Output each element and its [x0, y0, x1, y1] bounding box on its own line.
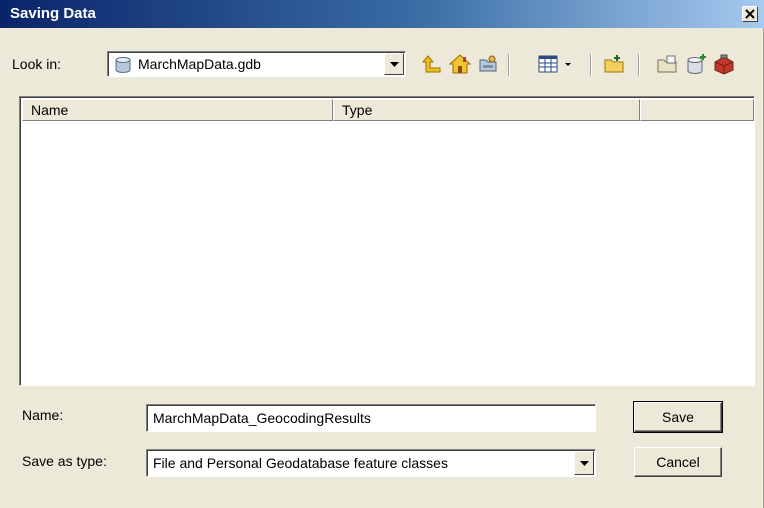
- connect-folder-icon: [479, 55, 497, 72]
- look-in-label: Look in:: [12, 56, 62, 72]
- close-button[interactable]: [742, 6, 758, 22]
- save-as-type-combo[interactable]: File and Personal Geodatabase feature cl…: [146, 449, 596, 477]
- close-icon: [745, 9, 755, 19]
- geodatabase-icon: [115, 57, 131, 73]
- save-button[interactable]: Save: [633, 401, 723, 433]
- home-icon: [448, 54, 472, 74]
- name-label: Name:: [22, 407, 64, 423]
- home-button[interactable]: [448, 52, 472, 76]
- name-input[interactable]: MarchMapData_GeocodingResults: [146, 404, 596, 432]
- toolbar-separator: [638, 54, 640, 76]
- saving-data-dialog: Saving Data Look in: MarchMapData.gdb Na…: [0, 0, 764, 508]
- new-folder-icon: [604, 55, 624, 73]
- column-header-extra[interactable]: [640, 99, 754, 121]
- look-in-combo[interactable]: MarchMapData.gdb: [107, 51, 406, 77]
- toolbar-separator: [508, 54, 510, 76]
- column-header-name[interactable]: Name: [22, 99, 333, 121]
- new-file-geodatabase-button[interactable]: [655, 52, 679, 76]
- file-list-view[interactable]: Name Type: [19, 96, 755, 386]
- title-bar[interactable]: Saving Data: [0, 0, 764, 28]
- view-menu-button[interactable]: [536, 52, 576, 76]
- new-file-geodatabase-icon: [657, 55, 677, 73]
- up-one-level-icon: [421, 55, 441, 73]
- up-one-level-button[interactable]: [420, 52, 444, 76]
- new-personal-geodatabase-icon: [687, 54, 706, 74]
- connect-folder-button[interactable]: [476, 52, 500, 76]
- window-title: Saving Data: [10, 5, 96, 22]
- new-personal-geodatabase-button[interactable]: [684, 52, 708, 76]
- list-header: Name Type: [22, 99, 754, 121]
- toolbox-button[interactable]: [712, 52, 736, 76]
- column-header-type[interactable]: Type: [333, 99, 640, 121]
- toolbar-separator: [590, 54, 592, 76]
- look-in-value: MarchMapData.gdb: [138, 56, 261, 72]
- cancel-button[interactable]: Cancel: [634, 447, 722, 477]
- view-menu-icon: [538, 55, 571, 73]
- new-folder-button[interactable]: [602, 52, 626, 76]
- save-as-type-label: Save as type:: [22, 453, 107, 469]
- chevron-down-icon: [580, 461, 589, 466]
- look-in-dropdown-button[interactable]: [384, 53, 404, 75]
- save-as-type-dropdown-button[interactable]: [574, 451, 594, 475]
- chevron-down-icon: [390, 62, 399, 67]
- save-as-type-value: File and Personal Geodatabase feature cl…: [153, 455, 448, 471]
- toolbox-icon: [714, 54, 734, 75]
